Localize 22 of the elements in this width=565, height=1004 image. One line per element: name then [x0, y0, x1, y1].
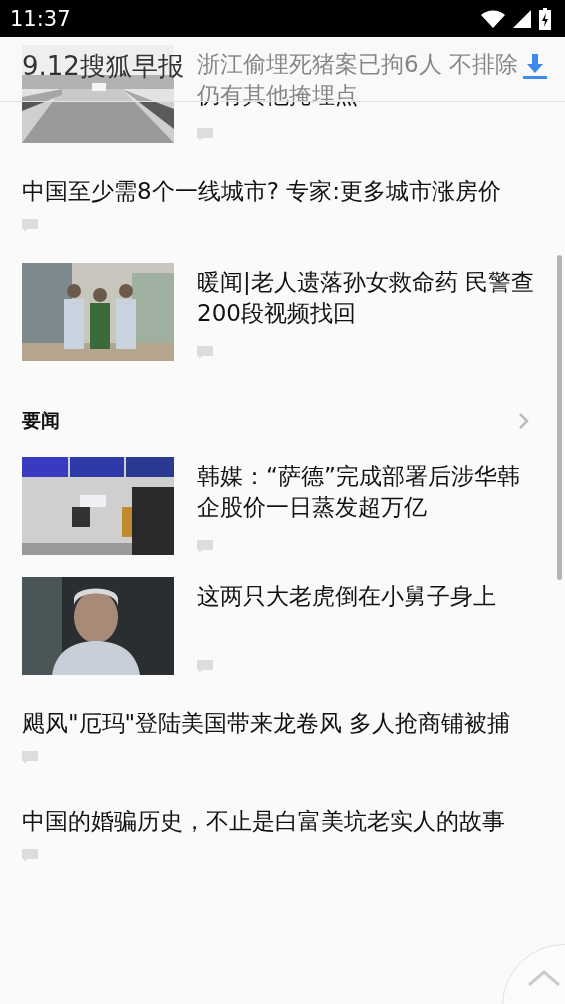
wifi-icon [481, 9, 505, 28]
header-title: 9.12搜狐早报 [22, 49, 184, 83]
article-title[interactable]: 中国至少需8个一线城市? 专家:更多城市涨房价 [22, 176, 543, 207]
comment-icon [197, 346, 213, 359]
battery-icon [539, 7, 551, 30]
chevron-up-icon [527, 969, 561, 987]
comment-icon [197, 660, 213, 673]
article-title[interactable]: 暖闻|老人遗落孙女救命药 民警查200段视频找回 [197, 267, 535, 329]
article-title[interactable]: 飓风"厄玛"登陆美国带来龙卷风 多人抢商铺被捕 [22, 708, 543, 739]
signal-icon [513, 9, 531, 28]
comment-icon [22, 219, 38, 232]
comment-icon [22, 751, 38, 764]
article-title[interactable]: 韩媒：“萨德”完成部署后涉华韩企股价一日蒸发超万亿 [197, 461, 535, 523]
article-title[interactable]: 中国的婚骗历史，不止是白富美坑老实人的故事 [22, 806, 543, 837]
status-time: 11:37 [10, 6, 72, 31]
download-icon [521, 52, 549, 80]
comment-icon [197, 540, 213, 553]
comment-icon [22, 849, 38, 862]
section-title: 要闻 [22, 408, 61, 433]
chevron-right-icon[interactable] [519, 413, 529, 429]
comment-icon [197, 128, 213, 141]
article-title[interactable]: 这两只大老虎倒在小舅子身上 [197, 581, 535, 612]
